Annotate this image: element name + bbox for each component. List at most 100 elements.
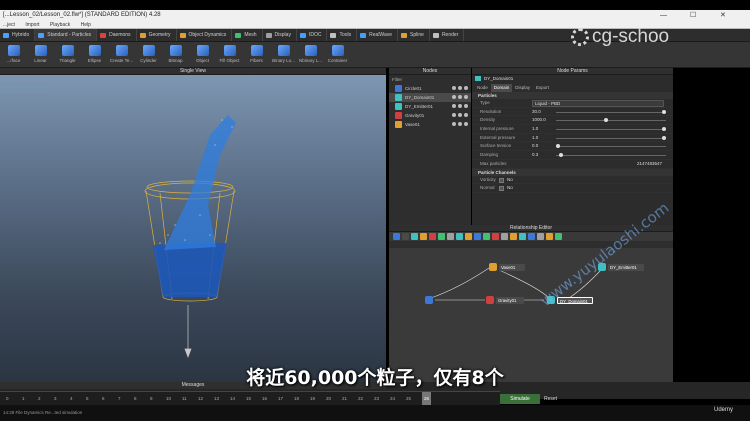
tool-button[interactable]: Fill Object — [217, 42, 242, 67]
shelf-tab[interactable]: Object Dynamics — [177, 29, 233, 41]
timeline-frame[interactable]: 6 — [102, 392, 105, 406]
timeline-frame[interactable]: 13 — [214, 392, 219, 406]
tool-button[interactable]: Nbinary L... — [298, 42, 323, 67]
timeline-frame[interactable]: 8 — [134, 392, 137, 406]
timeline-frame[interactable]: 24 — [390, 392, 395, 406]
rel-tool-icon[interactable] — [456, 233, 463, 240]
rel-tool-icon[interactable] — [447, 233, 454, 240]
reset-button[interactable]: Reset — [544, 394, 568, 404]
timeline-frame[interactable]: 21 — [342, 392, 347, 406]
tool-button[interactable]: Binary Lo... — [271, 42, 296, 67]
visibility-toggle-icon[interactable] — [464, 95, 468, 99]
rel-tool-icon[interactable] — [438, 233, 445, 240]
graph-node-emitter[interactable]: DY_Emitter01 — [608, 264, 644, 271]
relationship-graph[interactable]: Vase01 DY_Emitter01 Gravity01 DY_Domain0… — [389, 248, 673, 382]
rel-tool-icon[interactable] — [519, 233, 526, 240]
tool-button[interactable]: Container — [325, 42, 350, 67]
visibility-toggle-icon[interactable] — [452, 86, 456, 90]
tool-button[interactable]: Create Te... — [109, 42, 134, 67]
node-list-item[interactable]: Gravity01 — [389, 111, 471, 120]
shelf-tab[interactable]: IDOC — [297, 29, 328, 41]
shelf-tab[interactable]: Hybrido — [0, 29, 36, 41]
rel-tool-icon[interactable] — [420, 233, 427, 240]
graph-node-vase[interactable]: Vase01 — [499, 264, 525, 271]
timeline-frame[interactable]: 1 — [22, 392, 25, 406]
nodes-filter[interactable]: Filter — [389, 75, 471, 84]
visibility-toggle-icon[interactable] — [458, 104, 462, 108]
timeline-frame[interactable]: 26 — [422, 392, 432, 406]
channel-checkbox[interactable] — [499, 186, 504, 192]
menu-help[interactable]: Help — [81, 22, 91, 28]
visibility-toggle-icon[interactable] — [458, 95, 462, 99]
visibility-toggle-icon[interactable] — [452, 95, 456, 99]
timeline-ruler[interactable]: 0 1 2 3 4 5 6 7 8 9 10 11 12 13 14 15 16 17 18 19 20 21 22 23 24… — [0, 391, 500, 406]
param-value[interactable]: 0.0 — [532, 142, 538, 151]
rel-tool-icon[interactable] — [465, 233, 472, 240]
timeline-frame[interactable]: 16 — [262, 392, 267, 406]
rel-tool-icon[interactable] — [474, 233, 481, 240]
tool-button[interactable]: Cylinder — [136, 42, 161, 67]
visibility-toggle-icon[interactable] — [458, 122, 462, 126]
rel-tool-icon[interactable] — [501, 233, 508, 240]
slider-knob[interactable] — [662, 109, 666, 114]
rel-tool-icon[interactable] — [492, 233, 499, 240]
timeline-frame[interactable]: 10 — [166, 392, 171, 406]
visibility-toggle-icon[interactable] — [452, 122, 456, 126]
tool-button[interactable]: Triangle — [55, 42, 80, 67]
node-list-item[interactable]: Circle01 — [389, 84, 471, 93]
visibility-toggle-icon[interactable] — [464, 104, 468, 108]
shelf-tab[interactable]: Daemons — [97, 29, 137, 41]
shelf-tab[interactable]: Geometry — [137, 29, 177, 41]
timeline-frame[interactable]: 23 — [374, 392, 379, 406]
3d-viewport[interactable] — [0, 75, 386, 382]
tool-button[interactable]: Linear — [28, 42, 53, 67]
close-button[interactable]: ✕ — [720, 10, 726, 21]
particle-channels-group[interactable]: Particle Channels — [472, 168, 673, 176]
param-slider[interactable] — [556, 144, 666, 149]
tool-button[interactable]: Ellipse — [82, 42, 107, 67]
particles-group[interactable]: Particles — [472, 92, 673, 99]
params-tab[interactable]: Domain — [490, 84, 513, 92]
param-type-select[interactable]: Liquid - PBD — [532, 100, 664, 107]
shelf-tab[interactable]: Render — [430, 29, 465, 41]
timeline-frame[interactable]: 18 — [294, 392, 299, 406]
slider-knob[interactable] — [603, 118, 608, 123]
param-slider[interactable] — [556, 135, 666, 140]
graph-node-gravity[interactable]: Gravity01 — [496, 297, 524, 304]
rel-tool-icon[interactable] — [537, 233, 544, 240]
params-tab[interactable]: Display — [512, 84, 533, 92]
minimize-button[interactable]: — — [660, 10, 667, 21]
param-value[interactable]: 0.3 — [532, 151, 538, 160]
param-value[interactable]: 30.0 — [532, 108, 541, 117]
rel-tool-icon[interactable] — [528, 233, 535, 240]
param-value[interactable]: 1.0 — [532, 125, 538, 134]
timeline-frame[interactable]: 12 — [198, 392, 203, 406]
tool-button[interactable]: Object — [190, 42, 215, 67]
timeline-frame[interactable]: 5 — [86, 392, 89, 406]
slider-knob[interactable] — [559, 153, 564, 158]
timeline-frame[interactable]: 7 — [118, 392, 121, 406]
timeline-frame[interactable]: 25 — [406, 392, 411, 406]
channel-checkbox[interactable] — [499, 177, 504, 183]
rel-tool-icon[interactable] — [402, 233, 409, 240]
param-value[interactable]: 1000.0 — [532, 116, 546, 125]
rel-tool-icon[interactable] — [555, 233, 562, 240]
param-slider[interactable] — [556, 109, 666, 114]
timeline-frame[interactable]: 3 — [54, 392, 57, 406]
visibility-toggle-icon[interactable] — [464, 113, 468, 117]
slider-knob[interactable] — [662, 135, 666, 140]
timeline-frame[interactable]: 22 — [358, 392, 363, 406]
simulate-button[interactable]: Simulate — [500, 394, 540, 404]
visibility-toggle-icon[interactable] — [452, 104, 456, 108]
params-tab[interactable]: Export — [533, 84, 552, 92]
slider-knob[interactable] — [556, 144, 560, 149]
visibility-toggle-icon[interactable] — [464, 122, 468, 126]
node-list-item[interactable]: DY_Domain01 — [389, 93, 471, 102]
shelf-tab[interactable]: Standard - Particles — [35, 29, 98, 41]
timeline-frame[interactable]: 15 — [246, 392, 251, 406]
node-list-item[interactable]: Vase01 — [389, 120, 471, 129]
visibility-toggle-icon[interactable] — [458, 113, 462, 117]
rel-tool-icon[interactable] — [546, 233, 553, 240]
menu-import[interactable]: Import — [25, 22, 39, 28]
params-tab[interactable]: Node — [474, 84, 491, 92]
